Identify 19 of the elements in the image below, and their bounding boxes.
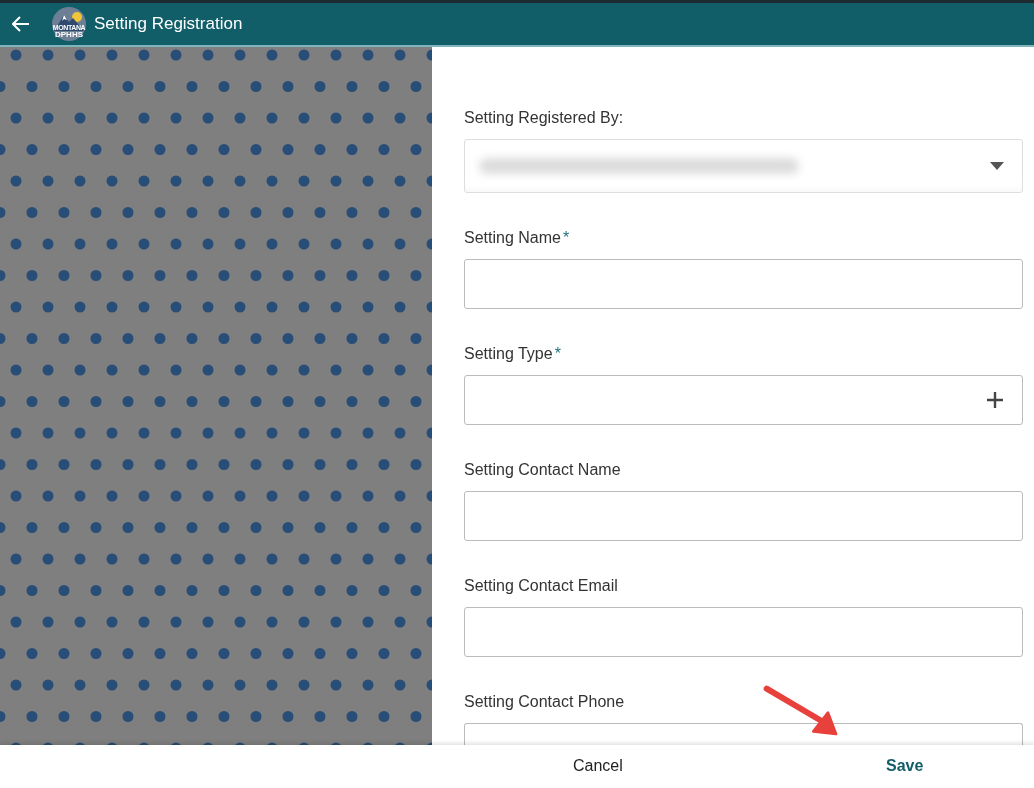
field-label: Setting Contact Email xyxy=(464,576,618,596)
save-button[interactable]: Save xyxy=(880,756,930,776)
dropdown-caret-icon xyxy=(990,162,1004,170)
cancel-button[interactable]: Cancel xyxy=(567,756,629,776)
input-field[interactable] xyxy=(464,491,1023,541)
picker-field[interactable] xyxy=(464,375,1023,425)
field-label: Setting Contact Phone xyxy=(464,692,625,712)
dropdown-field[interactable] xyxy=(464,139,1023,193)
input-field[interactable] xyxy=(464,607,1023,657)
plus-icon xyxy=(986,391,1004,409)
field-label: Setting Registered By: xyxy=(464,108,624,128)
input-field[interactable] xyxy=(464,259,1023,309)
logo-text: DPHHS xyxy=(54,31,84,39)
back-arrow-icon xyxy=(12,16,30,32)
field-label: Setting Type* xyxy=(464,344,561,364)
page-title: Setting Registration xyxy=(94,14,243,34)
field-label: Setting Name* xyxy=(464,228,570,248)
field-label: Setting Contact Name xyxy=(464,460,621,480)
mountain-icon xyxy=(52,7,86,41)
